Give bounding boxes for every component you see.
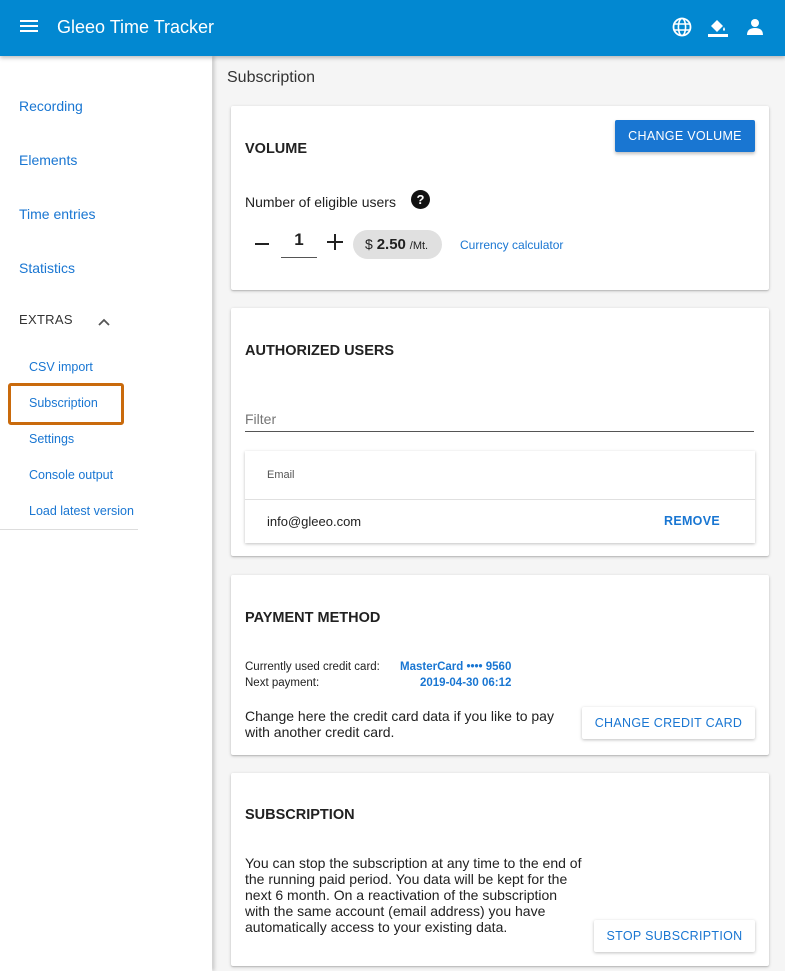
menu-icon[interactable] <box>19 16 39 36</box>
credit-card-value: MasterCard •••• 9560 <box>400 661 512 673</box>
price-chip: $ 2.50 /Mt. <box>353 230 442 259</box>
users-table: Email info@gleeo.com REMOVE <box>245 451 755 543</box>
main-content: Subscription VOLUME CHANGE VOLUME Number… <box>213 56 785 971</box>
price-unit: /Mt. <box>409 240 429 252</box>
sidebar-item-subscription[interactable]: Subscription <box>29 396 98 410</box>
decrement-icon[interactable] <box>255 243 269 245</box>
change-credit-card-button[interactable]: CHANGE CREDIT CARD <box>582 707 755 739</box>
stop-subscription-button[interactable]: STOP SUBSCRIPTION <box>594 920 755 952</box>
currency-symbol: $ <box>365 236 373 252</box>
sidebar-item-load-latest-version[interactable]: Load latest version <box>29 504 134 518</box>
payment-description: Change here the credit card data if you … <box>245 708 554 740</box>
remove-user-button[interactable]: REMOVE <box>664 514 720 528</box>
account-icon[interactable] <box>744 16 766 38</box>
sidebar-item-csv-import[interactable]: CSV import <box>29 360 93 374</box>
subscription-title: SUBSCRIPTION <box>245 807 355 823</box>
price-amount: 2.50 <box>376 236 406 253</box>
currency-calculator-link[interactable]: Currency calculator <box>460 238 563 252</box>
filter-underline <box>245 431 754 432</box>
next-payment-label: Next payment: <box>245 677 320 689</box>
credit-card-label: Currently used credit card: <box>245 661 380 673</box>
sidebar-extras-toggle[interactable]: EXTRAS <box>19 312 119 332</box>
authorized-users-title: AUTHORIZED USERS <box>245 343 395 359</box>
payment-method-title: PAYMENT METHOD <box>245 610 381 626</box>
sidebar: Recording Elements Time entries Statisti… <box>0 56 212 971</box>
page-title: Subscription <box>227 69 316 86</box>
sidebar-item-elements[interactable]: Elements <box>19 152 77 168</box>
help-icon[interactable]: ? <box>411 190 430 209</box>
eligible-users-label: Number of eligible users <box>245 194 396 210</box>
next-payment-value: 2019-04-30 06:12 <box>420 677 512 689</box>
sidebar-item-recording[interactable]: Recording <box>19 98 83 114</box>
column-header-email: Email <box>267 469 295 481</box>
filter-input[interactable]: Filter <box>245 411 276 427</box>
sidebar-item-settings[interactable]: Settings <box>29 432 74 446</box>
volume-card: VOLUME CHANGE VOLUME Number of eligible … <box>231 106 769 290</box>
change-volume-button[interactable]: CHANGE VOLUME <box>615 120 755 152</box>
sidebar-item-time-entries[interactable]: Time entries <box>19 206 96 222</box>
app-bar: Gleeo Time Tracker <box>0 0 785 56</box>
payment-method-card: PAYMENT METHOD Currently used credit car… <box>231 575 769 755</box>
sidebar-item-statistics[interactable]: Statistics <box>19 260 75 276</box>
increment-icon[interactable] <box>327 234 343 250</box>
subscription-description: You can stop the subscription at any tim… <box>245 855 582 935</box>
quantity-input[interactable]: 1 <box>281 228 317 258</box>
sidebar-item-console-output[interactable]: Console output <box>29 468 113 482</box>
authorized-users-card: AUTHORIZED USERS Filter Email info@gleeo… <box>231 308 769 556</box>
globe-icon[interactable] <box>671 16 693 38</box>
subscription-card: SUBSCRIPTION You can stop the subscripti… <box>231 773 769 966</box>
sidebar-divider <box>0 529 138 530</box>
app-title: Gleeo Time Tracker <box>57 17 215 37</box>
volume-title: VOLUME <box>245 141 308 157</box>
paint-bucket-icon[interactable] <box>707 16 729 38</box>
svg-text:?: ? <box>417 192 425 207</box>
table-cell-email: info@gleeo.com <box>267 514 362 529</box>
chevron-up-icon <box>98 318 110 326</box>
table-divider <box>245 499 755 500</box>
extras-label: EXTRAS <box>19 312 73 327</box>
